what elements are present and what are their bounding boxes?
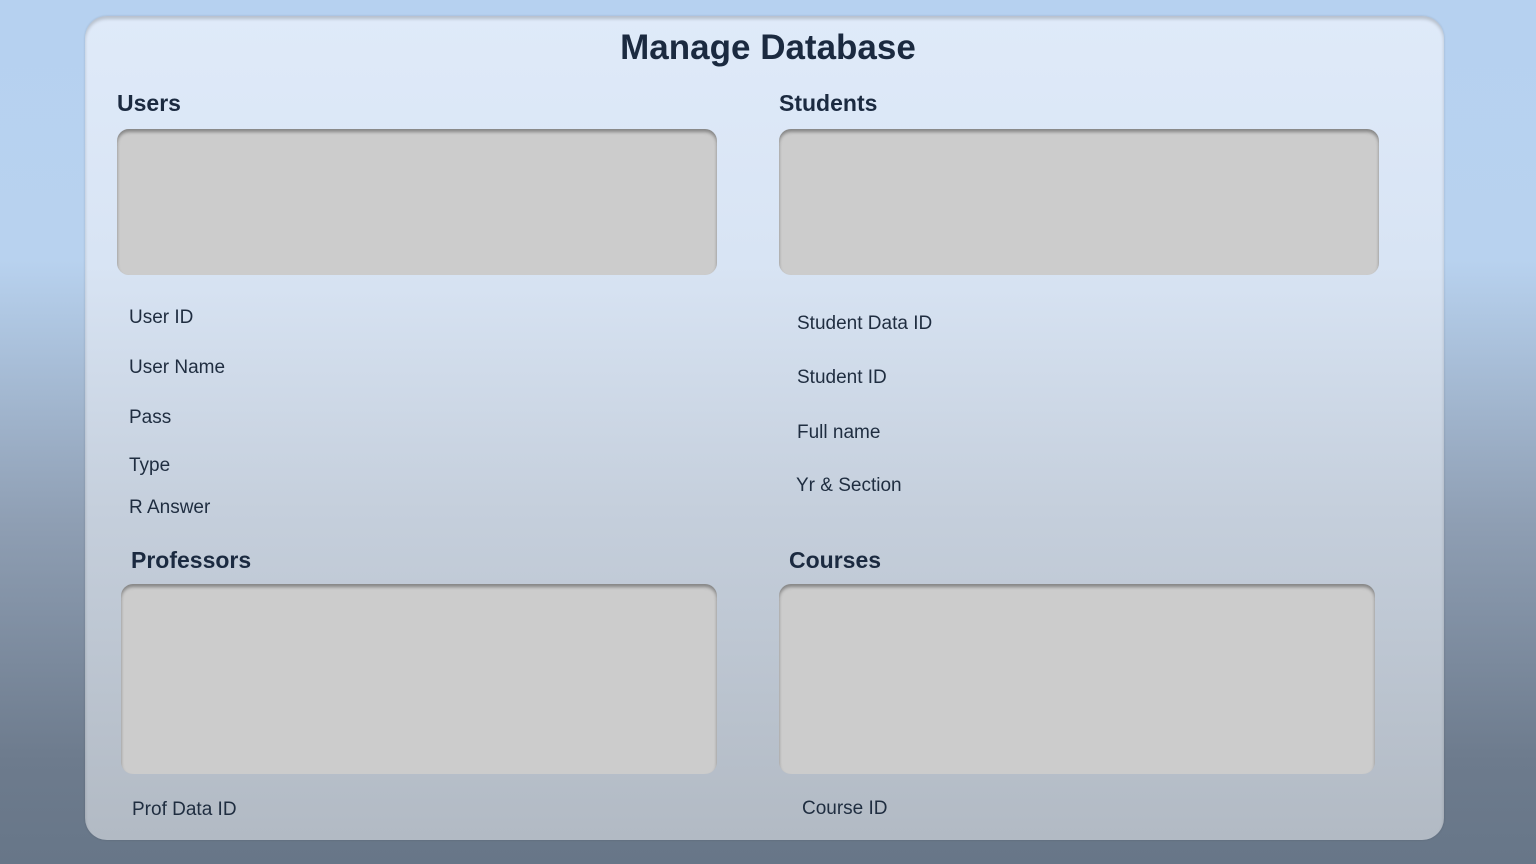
page-title: Manage Database [620, 28, 916, 67]
students-table[interactable] [779, 129, 1379, 275]
student-id-label: Student ID [797, 367, 887, 388]
pass-label: Pass [129, 407, 172, 428]
type-label: Type [129, 455, 171, 476]
r-answer-label: R Answer [129, 497, 211, 518]
professors-heading: Professors [131, 547, 252, 573]
prof-data-id-label: Prof Data ID [132, 799, 237, 820]
full-name-label: Full name [797, 422, 881, 443]
courses-heading: Courses [789, 547, 882, 573]
professors-table[interactable] [121, 584, 717, 774]
students-heading: Students [779, 90, 878, 116]
user-name-label: User Name [129, 357, 226, 378]
courses-table[interactable] [779, 584, 1375, 774]
course-id-label: Course ID [802, 798, 888, 819]
yr-section-label: Yr & Section [796, 475, 902, 496]
student-data-id-label: Student Data ID [797, 313, 933, 334]
user-id-label: User ID [129, 307, 194, 328]
users-heading: Users [117, 90, 181, 116]
users-table[interactable] [117, 129, 717, 275]
